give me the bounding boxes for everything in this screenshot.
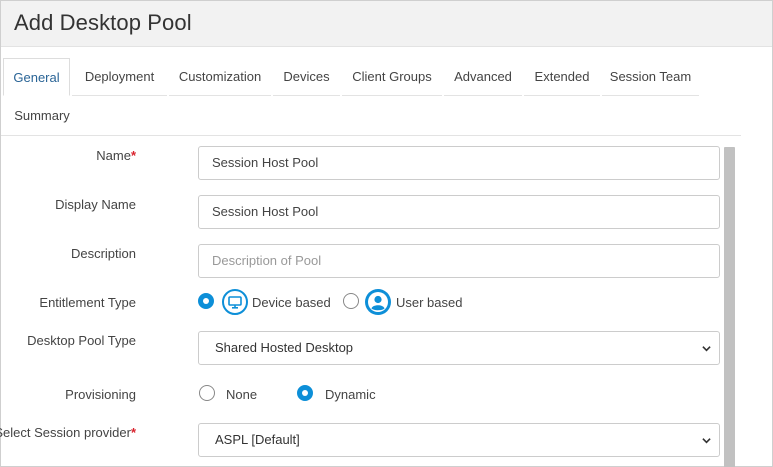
required-mark: *: [130, 425, 136, 440]
description-label: Description: [70, 246, 136, 261]
user-icon: [365, 289, 391, 315]
monitor-icon: [222, 289, 248, 315]
scrollbar-thumb[interactable]: [724, 147, 735, 467]
tab-advanced[interactable]: Advanced: [444, 58, 522, 96]
tab-deployment[interactable]: Deployment: [72, 58, 167, 96]
provisioning-dynamic-radio[interactable]: [297, 385, 313, 401]
description-input[interactable]: Description of Pool: [198, 244, 720, 278]
provisioning-label: Provisioning: [65, 387, 136, 402]
desktop-pool-type-value: Shared Hosted Desktop: [215, 340, 354, 355]
name-input[interactable]: Session Host Pool: [198, 146, 720, 180]
window-title: Add Desktop Pool: [14, 10, 192, 35]
tab-extended[interactable]: Extended: [524, 58, 600, 96]
device-based-label[interactable]: Device based: [252, 295, 331, 310]
provisioning-none-radio[interactable]: [199, 385, 215, 401]
display-name-label: Display Name: [55, 197, 136, 212]
chevron-down-icon: [702, 346, 711, 352]
tab-customization[interactable]: Customization: [169, 58, 271, 96]
session-provider-select[interactable]: ASPL [Default]: [198, 423, 720, 457]
user-based-label[interactable]: User based: [396, 295, 462, 310]
add-desktop-pool-window: Add Desktop Pool General Deployment Cust…: [0, 0, 773, 467]
general-form: Name* Session Host Pool Display Name Ses…: [0, 137, 741, 467]
desktop-pool-type-label: Desktop Pool Type: [27, 333, 136, 348]
user-based-radio[interactable]: [343, 293, 359, 309]
session-provider-label: Select Session provider*: [0, 425, 136, 440]
session-provider-value: ASPL [Default]: [215, 432, 300, 447]
tab-session-team[interactable]: Session Team: [602, 58, 699, 96]
desktop-pool-type-select[interactable]: Shared Hosted Desktop: [198, 331, 720, 365]
title-bar: Add Desktop Pool: [1, 1, 772, 47]
tab-general[interactable]: General: [3, 58, 70, 96]
name-label: Name*: [96, 148, 136, 163]
device-based-radio[interactable]: [198, 293, 214, 309]
required-mark: *: [130, 148, 136, 163]
tab-client-groups[interactable]: Client Groups: [342, 58, 442, 96]
tab-summary[interactable]: Summary: [3, 97, 81, 135]
provisioning-dynamic-label[interactable]: Dynamic: [325, 387, 376, 402]
display-name-input[interactable]: Session Host Pool: [198, 195, 720, 229]
provisioning-none-label[interactable]: None: [226, 387, 257, 402]
tab-devices[interactable]: Devices: [273, 58, 340, 96]
entitlement-type-label: Entitlement Type: [39, 295, 136, 310]
chevron-down-icon: [702, 438, 711, 444]
tab-bar: General Deployment Customization Devices…: [1, 48, 741, 136]
